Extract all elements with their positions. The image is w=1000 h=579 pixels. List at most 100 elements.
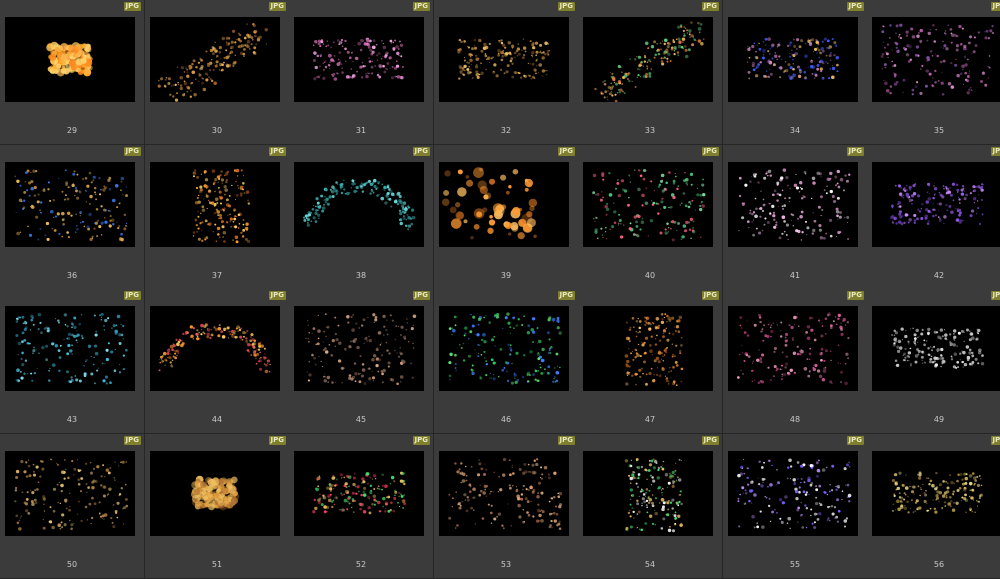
sparkle-dot	[342, 179, 345, 182]
thumbnail-cell[interactable]: JPG 49	[867, 289, 1000, 434]
sparkle-dot	[792, 62, 795, 65]
thumbnail-cell[interactable]: JPG 51	[145, 434, 290, 579]
sparkle-dot	[758, 460, 761, 463]
sparkle-dot	[314, 205, 317, 208]
thumbnail-cell[interactable]: JPG 55	[723, 434, 868, 579]
sparkle-dot	[927, 197, 932, 201]
sparkle-dot	[963, 472, 967, 476]
sparkle-dot	[949, 500, 953, 503]
sparkle-dot	[918, 335, 920, 337]
sparkle-dot	[323, 375, 325, 378]
thumbnail-cell[interactable]: JPG 46	[434, 289, 579, 434]
file-type-badge: JPG	[268, 436, 286, 445]
sparkle-dot	[83, 225, 86, 228]
sparkle-dot	[658, 183, 662, 187]
sparkle-dot	[743, 331, 747, 334]
sparkle-dot	[894, 482, 897, 485]
thumbnail-cell[interactable]: JPG 39	[434, 145, 579, 290]
thumbnail-cell[interactable]: JPG 29	[0, 0, 145, 145]
sparkle-dot	[818, 502, 821, 505]
sparkle-dot	[835, 184, 837, 186]
thumbnail-cell[interactable]: JPG 53	[434, 434, 579, 579]
sparkle-dot	[412, 324, 415, 327]
sparkle-dot	[100, 234, 103, 236]
thumbnail-cell[interactable]: JPG 30	[145, 0, 290, 145]
sparkle-dot	[490, 373, 492, 375]
sparkle-dot	[949, 505, 952, 508]
sparkle-dot	[88, 44, 91, 47]
sparkle-dot	[553, 471, 557, 475]
thumbnail-cell[interactable]: JPG 48	[723, 289, 868, 434]
thumbnail-cell[interactable]: JPG 56	[867, 434, 1000, 579]
sparkle-dot	[484, 357, 486, 359]
sparkle-dot	[660, 489, 663, 491]
thumbnail-cell[interactable]: JPG 32	[434, 0, 579, 145]
sparkle-dot	[637, 187, 641, 192]
thumbnail-cell[interactable]: JPG 36	[0, 145, 145, 290]
thumbnail-cell[interactable]: JPG 43	[0, 289, 145, 434]
sparkle-dot	[196, 175, 200, 179]
thumbnail-cell[interactable]: JPG 35	[867, 0, 1000, 145]
sparkle-dot	[535, 64, 538, 67]
sparkle-dot	[536, 58, 538, 61]
sparkle-dot	[978, 494, 982, 498]
sparkle-dot	[949, 340, 952, 344]
thumbnail-cell[interactable]: JPG 50	[0, 434, 145, 579]
sparkle-dot	[660, 173, 665, 178]
thumbnail-cell[interactable]: JPG 40	[578, 145, 723, 290]
sparkle-dot	[639, 354, 642, 358]
thumbnail-number: 46	[500, 415, 512, 424]
sparkle-dot	[644, 522, 648, 525]
sparkle-dot	[378, 510, 382, 513]
sparkle-dot	[773, 346, 777, 350]
sparkle-dot	[661, 467, 664, 469]
sparkle-dot	[662, 360, 665, 362]
sparkle-dot	[375, 188, 378, 190]
thumbnail-cell[interactable]: JPG 37	[145, 145, 290, 290]
sparkle-dot	[604, 90, 608, 94]
sparkle-dot	[793, 323, 796, 325]
sparkle-dot	[125, 461, 127, 463]
thumbnail-cell[interactable]: JPG 45	[289, 289, 434, 434]
sparkle-dot	[846, 222, 849, 224]
thumbnail-cell[interactable]: JPG 47	[578, 289, 723, 434]
thumbnail-cell[interactable]: JPG 38	[289, 145, 434, 290]
sparkle-dot	[532, 515, 535, 518]
sparkle-dot	[317, 329, 321, 333]
sparkle-dot	[457, 187, 467, 197]
sparkle-dot	[515, 351, 519, 355]
sparkle-dot	[610, 82, 612, 84]
sparkle-dot	[490, 338, 495, 342]
file-type-badge: JPG	[701, 291, 719, 300]
sparkle-dot	[762, 203, 766, 207]
sparkle-dot	[848, 465, 851, 468]
sparkle-dot	[206, 208, 208, 210]
sparkle-dot	[468, 490, 472, 493]
thumbnail-cell[interactable]: JPG 41	[723, 145, 868, 290]
sparkle-dot	[762, 481, 764, 484]
sparkle-dot	[24, 181, 26, 183]
sparkle-dot	[913, 221, 916, 224]
sparkle-dot	[168, 348, 170, 350]
thumbnail-cell[interactable]: JPG 52	[289, 434, 434, 579]
sparkle-dot	[111, 521, 114, 524]
sparkle-dot	[967, 58, 969, 61]
thumbnail-cell[interactable]: JPG 44	[145, 289, 290, 434]
sparkle-dot	[843, 519, 848, 523]
sparkle-dot	[242, 186, 244, 188]
sparkle-dot	[264, 369, 269, 374]
thumbnail-cell[interactable]: JPG 33	[578, 0, 723, 145]
thumbnail-cell[interactable]: JPG 54	[578, 434, 723, 579]
sparkle-dot	[778, 497, 783, 502]
sparkle-dot	[507, 503, 509, 505]
sparkle-dot	[259, 358, 261, 360]
sparkle-dot	[95, 330, 98, 333]
sparkle-dot	[247, 343, 251, 347]
sparkle-dot	[766, 221, 770, 224]
thumbnail-cell[interactable]: JPG 34	[723, 0, 868, 145]
thumbnail-cell[interactable]: JPG 31	[289, 0, 434, 145]
sparkle-dot	[69, 380, 72, 384]
thumbnail-cell[interactable]: JPG 42	[867, 145, 1000, 290]
sparkle-dot	[383, 70, 387, 74]
sparkle-dot	[386, 349, 389, 352]
